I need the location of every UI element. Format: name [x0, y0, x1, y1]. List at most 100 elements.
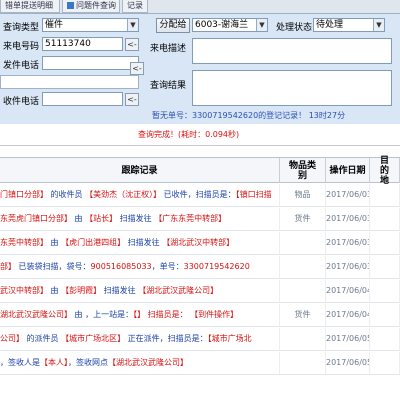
- receiver-phone-input[interactable]: [42, 92, 123, 106]
- track-segment: 【本人】: [40, 358, 68, 367]
- description-textarea[interactable]: [192, 38, 392, 64]
- header-dest[interactable]: 目的地: [370, 156, 400, 186]
- track-segment: 由: [48, 286, 62, 295]
- table-row[interactable]: 湖北武汉武隆公司】 由 ，上一站是：【】 扫描员是： 【到件操作】 货件 2017/…: [0, 304, 400, 327]
- tab-records[interactable]: 记录: [122, 0, 148, 13]
- date-cell: 2017/06/03: [326, 232, 370, 254]
- result-label: 查询结果: [150, 81, 187, 91]
- track-segment: 由: [72, 310, 86, 319]
- dest-cell: [370, 256, 400, 278]
- result-textarea[interactable]: [192, 70, 392, 106]
- date-cell: 2017/06/05: [326, 352, 370, 374]
- track-segment: 【彭明霞】: [61, 286, 102, 295]
- table-row[interactable]: 门镇口分部】 的收件员 【美劲杰（沈正权）】 已收件，扫描员是：【镇口扫描 物品 2…: [0, 184, 400, 207]
- track-segment: 【美劲杰（沈正权）】: [85, 190, 162, 199]
- table-row[interactable]: 公司】 的派件员 【城市广场北区】 正在派件，扫描员是：【城市广场北 2017/0…: [0, 328, 400, 351]
- track-segment: 扫描发往: [101, 286, 139, 295]
- track-segment: 由: [72, 214, 86, 223]
- description-label: 来电描述: [150, 44, 187, 54]
- dest-cell: [370, 208, 400, 230]
- tab-label: 问题件查询: [76, 1, 116, 10]
- table-header: 跟踪记录 物品类别 操作日期 目的地: [0, 156, 400, 186]
- query-type-select[interactable]: 催件 ▼: [42, 18, 139, 32]
- track-segment: 【虎门出港四组】: [61, 238, 126, 247]
- track-segment: 【湖北武汉武隆公司】: [138, 286, 219, 295]
- track-segment: 扫描发往: [117, 214, 155, 223]
- status-strip: 查询完成！(耗时：0.094秒): [0, 124, 400, 146]
- track-cell: 东莞中转部】 由 【虎门出港四组】 扫描发往 【湖北武汉中转部】: [0, 232, 280, 254]
- sender-phone-label: 发件电话: [3, 61, 40, 71]
- track-segment: 扫描发往: [125, 238, 163, 247]
- track-cell: 公司】 的派件员 【城市广场北区】 正在派件，扫描员是：【城市广场北: [0, 328, 280, 350]
- track-segment: 【湖北武汉武隆公司】: [108, 358, 188, 367]
- tab-problem-query[interactable]: 问题件查询: [62, 0, 120, 13]
- description-fill-button[interactable]: <-: [130, 62, 144, 75]
- date-cell: 2017/06/05: [326, 328, 370, 350]
- dest-cell: [370, 184, 400, 206]
- track-segment: 【】 扫描员是： 【到件操作】: [133, 310, 239, 319]
- track-segment: ，签收网点: [68, 358, 108, 367]
- track-segment: 门镇口分部】: [0, 190, 48, 199]
- assign-button[interactable]: 分配给: [156, 18, 190, 33]
- chevron-down-icon: ▼: [127, 19, 138, 31]
- track-cell: 部】 已装袋扫描，袋号：900516085033，单号：330071954262…: [0, 256, 280, 278]
- tab-label: 错单提送明细: [5, 1, 53, 10]
- track-cell: 武汉中转部】 由 【彭明霞】 扫描发往 【湖北武汉武隆公司】: [0, 280, 280, 302]
- track-cell: 东莞虎门镇口分部】 由 【站长】 扫描发往 【广东东莞中转部】: [0, 208, 280, 230]
- status-label: 处理状态: [276, 23, 313, 33]
- table-row[interactable]: 东莞中转部】 由 【虎门出港四组】 扫描发往 【湖北武汉中转部】 2017/06/…: [0, 232, 400, 255]
- track-segment: ，上一站是：: [85, 310, 134, 319]
- assign-value: 6003-谢海兰: [195, 20, 249, 30]
- category-cell: [280, 232, 326, 254]
- track-segment: 正在派件，扫描员是：: [125, 334, 208, 343]
- track-segment: 【镇口扫描: [235, 190, 272, 199]
- tab-error-list[interactable]: 错单提送明细: [0, 0, 60, 13]
- category-cell: 货件: [280, 208, 326, 230]
- track-segment: 【广东东莞中转部】: [154, 214, 227, 223]
- caller-value: 51113740: [45, 39, 91, 49]
- track-segment: 的派件员: [24, 334, 62, 343]
- table-row[interactable]: ，签收人是【本人】，签收网点【湖北武汉武隆公司】 2017/06/05: [0, 352, 400, 375]
- sender-phone-input[interactable]: [42, 56, 139, 70]
- track-segment: 东莞虎门镇口分部】: [0, 214, 72, 223]
- track-cell: ，签收人是【本人】，签收网点【湖北武汉武隆公司】: [0, 352, 280, 374]
- category-cell: 物品: [280, 184, 326, 206]
- track-segment: 已收件，扫描员是：: [161, 190, 236, 199]
- header-track[interactable]: 跟踪记录: [0, 158, 280, 183]
- receiver-fill-button[interactable]: <-: [125, 93, 139, 106]
- category-cell: [280, 280, 326, 302]
- table-row[interactable]: 武汉中转部】 由 【彭明霞】 扫描发往 【湖北武汉武隆公司】 2017/06/04: [0, 280, 400, 303]
- tab-strip: 错单提送明细 问题件查询 记录: [0, 0, 400, 14]
- category-cell: [280, 256, 326, 278]
- track-cell: 门镇口分部】 的收件员 【美劲杰（沈正权）】 已收件，扫描员是：【镇口扫描: [0, 184, 280, 206]
- chevron-down-icon: ▼: [256, 19, 267, 31]
- query-panel: 查询类型 催件 ▼ 分配给 6003-谢海兰 ▼ 处理状态 待处理 ▼ 来电号码…: [0, 14, 400, 124]
- track-segment: 部】: [0, 262, 16, 271]
- header-date[interactable]: 操作日期: [326, 158, 370, 183]
- track-cell: 湖北武汉武隆公司】 由 ，上一站是：【】 扫描员是： 【到件操作】: [0, 304, 280, 326]
- caller-fill-button[interactable]: <-: [125, 38, 139, 51]
- status-value: 待处理: [316, 20, 344, 30]
- track-segment: ，单号：: [151, 262, 184, 271]
- blank-field[interactable]: [0, 75, 139, 89]
- dest-cell: [370, 280, 400, 302]
- date-cell: 2017/06/03: [326, 208, 370, 230]
- table-row[interactable]: 东莞虎门镇口分部】 由 【站长】 扫描发往 【广东东莞中转部】 货件 2017/06…: [0, 208, 400, 231]
- dest-cell: [370, 232, 400, 254]
- track-segment: 湖北武汉武隆公司】: [0, 310, 72, 319]
- caller-label: 来电号码: [3, 42, 40, 52]
- header-category[interactable]: 物品类别: [280, 158, 326, 183]
- status-select[interactable]: 待处理 ▼: [313, 18, 385, 32]
- caller-input[interactable]: 51113740: [42, 37, 123, 51]
- table-row[interactable]: 部】 已装袋扫描，袋号：900516085033，单号：330071954262…: [0, 256, 400, 279]
- track-segment: 900516085033: [90, 262, 152, 271]
- dest-cell: [370, 304, 400, 326]
- track-segment: 【城市广场北: [207, 334, 252, 343]
- date-cell: 2017/06/03: [326, 256, 370, 278]
- assign-select[interactable]: 6003-谢海兰 ▼: [192, 18, 268, 32]
- date-cell: 2017/06/03: [326, 184, 370, 206]
- chevron-down-icon: ▼: [373, 19, 384, 31]
- tab-icon: [67, 2, 74, 9]
- query-type-value: 催件: [45, 20, 64, 30]
- track-segment: 330071954262​0: [183, 262, 250, 271]
